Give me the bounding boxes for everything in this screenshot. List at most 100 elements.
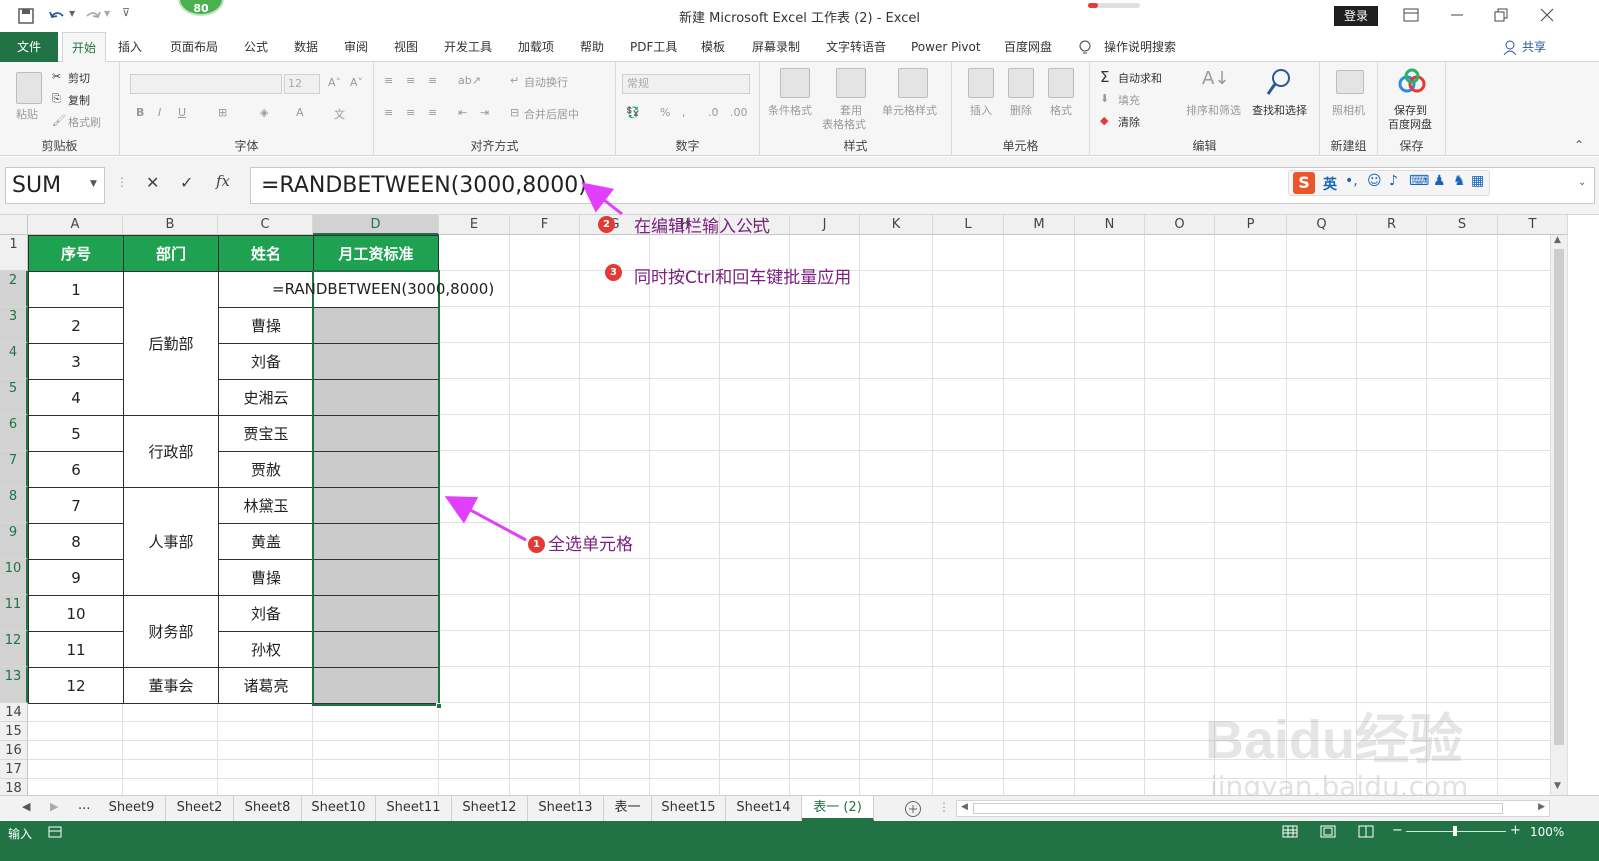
format-painter-icon[interactable]: 🖌: [52, 114, 66, 127]
font-color-icon[interactable]: A: [296, 106, 304, 119]
salary-cell[interactable]: [313, 451, 439, 488]
column-header[interactable]: E: [439, 215, 510, 235]
more-sheets-icon[interactable]: ...: [78, 798, 90, 813]
column-header[interactable]: P: [1215, 215, 1287, 235]
row-header[interactable]: 9: [0, 523, 28, 559]
fill-icon[interactable]: ⬇: [1100, 92, 1109, 105]
wrap-text-icon[interactable]: ↵: [510, 74, 519, 87]
tab-baidu-netdisk[interactable]: 百度网盘: [1000, 32, 1056, 62]
name-cell[interactable]: 史湘云: [218, 379, 314, 416]
zoom-level[interactable]: 100%: [1530, 825, 1564, 839]
seq-cell[interactable]: 1: [28, 271, 124, 308]
tab-insert[interactable]: 插入: [114, 32, 146, 62]
increase-indent-icon[interactable]: ⇥: [480, 106, 489, 119]
seq-cell[interactable]: 11: [28, 631, 124, 668]
scroll-right-icon[interactable]: ▶: [1538, 802, 1545, 812]
orientation-icon[interactable]: ab↗: [458, 74, 481, 87]
seq-cell[interactable]: 10: [28, 595, 124, 632]
row-header[interactable]: 3: [0, 307, 28, 343]
baidu-netdisk-icon[interactable]: [1398, 68, 1426, 96]
row-header[interactable]: 11: [0, 595, 28, 631]
seq-cell[interactable]: 8: [28, 523, 124, 560]
sogou-icon[interactable]: S: [1293, 172, 1315, 194]
row-header[interactable]: 15: [0, 722, 28, 741]
row-header[interactable]: 14: [0, 703, 28, 722]
dept-cell-logistics[interactable]: 后勤部: [123, 271, 219, 416]
salary-cell[interactable]: [313, 559, 439, 596]
format-cells-button[interactable]: 格式: [1050, 102, 1072, 118]
copy-icon[interactable]: ⎘: [52, 92, 61, 106]
font-name-select[interactable]: [130, 74, 282, 94]
horizontal-scrollbar[interactable]: ◀ ▶: [956, 800, 1550, 817]
restore-icon[interactable]: [1494, 8, 1508, 22]
seq-cell[interactable]: 4: [28, 379, 124, 416]
decrease-decimal-icon[interactable]: .00: [730, 106, 748, 119]
header-dept[interactable]: 部门: [123, 235, 219, 272]
name-cell[interactable]: 贾宝玉: [218, 415, 314, 452]
seq-cell[interactable]: 12: [28, 667, 124, 704]
delete-cells-button[interactable]: 删除: [1010, 102, 1032, 118]
column-header[interactable]: S: [1427, 215, 1498, 235]
font-size-select[interactable]: 12: [284, 74, 320, 94]
seq-cell[interactable]: 3: [28, 343, 124, 380]
autosum-button[interactable]: 自动求和: [1118, 70, 1162, 86]
page-layout-view-icon[interactable]: [1320, 825, 1336, 838]
expand-formula-icon[interactable]: ⌄: [1578, 177, 1586, 188]
header-seq[interactable]: 序号: [28, 235, 124, 272]
dept-cell-admin[interactable]: 行政部: [123, 415, 219, 488]
punctuation-icon[interactable]: •,: [1345, 173, 1358, 189]
ime-lang[interactable]: 英: [1323, 174, 1337, 194]
format-cells-icon[interactable]: [1048, 68, 1074, 98]
fill-color-icon[interactable]: ◈: [260, 106, 268, 119]
collapse-ribbon-icon[interactable]: ⌃: [1574, 138, 1584, 152]
tab-data[interactable]: 数据: [290, 32, 322, 62]
dept-cell-hr[interactable]: 人事部: [123, 487, 219, 596]
ribbon-display-icon[interactable]: [1403, 8, 1419, 22]
header-name[interactable]: 姓名: [218, 235, 314, 272]
cell-styles-button[interactable]: 单元格样式: [882, 102, 937, 118]
vertical-scroll-thumb[interactable]: [1554, 249, 1564, 745]
currency-icon[interactable]: 💱: [626, 106, 640, 119]
page-break-view-icon[interactable]: [1358, 825, 1374, 838]
row-header[interactable]: 1: [0, 235, 28, 271]
horizontal-scroll-thumb[interactable]: [973, 803, 1503, 814]
sheet-tab[interactable]: Sheet13: [528, 796, 604, 821]
column-header[interactable]: B: [123, 215, 218, 235]
tab-addins[interactable]: 加载项: [514, 32, 558, 62]
insert-cells-button[interactable]: 插入: [970, 102, 992, 118]
cancel-entry-icon[interactable]: ✕: [146, 173, 159, 192]
row-header[interactable]: 7: [0, 451, 28, 487]
border-icon[interactable]: ⊞: [218, 106, 227, 119]
name-cell[interactable]: 贾赦: [218, 451, 314, 488]
decrease-indent-icon[interactable]: ⇤: [458, 106, 467, 119]
column-header[interactable]: M: [1004, 215, 1075, 235]
row-header[interactable]: 17: [0, 760, 28, 779]
vertical-scrollbar[interactable]: ▲ ▼: [1550, 235, 1567, 795]
column-header[interactable]: F: [510, 215, 580, 235]
salary-cell[interactable]: [313, 415, 439, 452]
salary-cell[interactable]: [313, 307, 439, 344]
align-top-icon[interactable]: ≡: [384, 74, 393, 87]
sheet-tab[interactable]: Sheet11: [376, 796, 452, 821]
tab-power-pivot[interactable]: Power Pivot: [907, 32, 985, 62]
paste-label[interactable]: 粘贴: [16, 106, 38, 122]
normal-view-icon[interactable]: [1282, 825, 1298, 838]
scissors-icon[interactable]: ✂: [52, 70, 61, 83]
seq-cell[interactable]: 2: [28, 307, 124, 344]
confirm-entry-icon[interactable]: ✓: [180, 173, 193, 192]
tab-review[interactable]: 审阅: [340, 32, 372, 62]
tab-text-to-speech[interactable]: 文字转语音: [822, 32, 890, 62]
cut-button[interactable]: 剪切: [68, 70, 90, 86]
skin-icon[interactable]: ♟: [1433, 173, 1446, 189]
sheet-tab-active[interactable]: 表一 (2): [802, 796, 874, 821]
delete-cells-icon[interactable]: [1008, 68, 1034, 98]
column-header[interactable]: D: [313, 215, 439, 235]
tab-page-layout[interactable]: 页面布局: [166, 32, 222, 62]
header-salary[interactable]: 月工资标准: [313, 235, 439, 272]
autosum-icon[interactable]: Σ: [1100, 68, 1109, 86]
merge-center-button[interactable]: 合并后居中: [524, 106, 579, 122]
sheet-tab[interactable]: Sheet2: [166, 796, 234, 821]
grid-menu-icon[interactable]: ▦: [1471, 173, 1484, 189]
next-sheet-icon[interactable]: ▶: [50, 800, 58, 813]
name-cell[interactable]: 诸葛亮: [218, 667, 314, 704]
